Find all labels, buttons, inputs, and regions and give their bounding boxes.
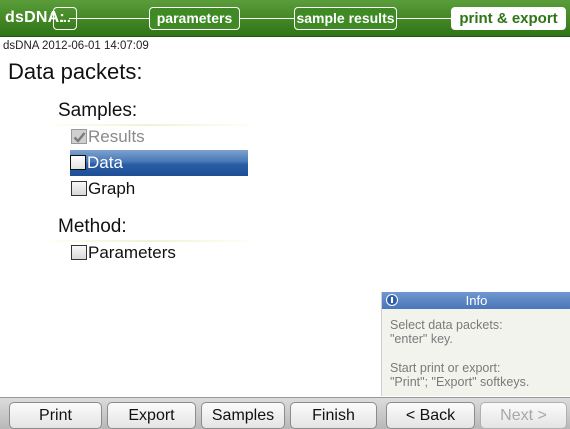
export-button[interactable]: Export bbox=[107, 402, 196, 429]
checkbox-graph-label: Graph bbox=[88, 179, 136, 198]
checkbox-data-label: Data bbox=[87, 153, 123, 172]
checkbox-parameters[interactable]: Parameters bbox=[71, 240, 249, 266]
info-line-3: Start print or export: bbox=[390, 361, 501, 375]
page-title: Data packets: bbox=[8, 59, 143, 84]
checkbox-graph[interactable]: Graph bbox=[71, 176, 249, 202]
samples-button[interactable]: Samples bbox=[201, 402, 285, 429]
step-parameters[interactable]: parameters bbox=[149, 7, 240, 30]
checkbox-icon bbox=[71, 181, 87, 196]
finish-button[interactable]: Finish bbox=[290, 402, 377, 429]
checkbox-data[interactable]: Data bbox=[70, 150, 248, 176]
checkbox-results-label: Results bbox=[88, 127, 145, 146]
next-button[interactable]: Next > bbox=[480, 402, 567, 429]
step-previous[interactable]: ... bbox=[53, 7, 77, 30]
info-panel: Info Select data packets: "enter" key. S… bbox=[381, 292, 570, 396]
info-header: Info bbox=[382, 292, 570, 309]
back-button[interactable]: < Back bbox=[386, 402, 475, 429]
checkbox-parameters-label: Parameters bbox=[88, 243, 176, 262]
timestamp: dsDNA 2012-06-01 14:07:09 bbox=[3, 40, 149, 52]
info-line-2: "enter" key. bbox=[390, 332, 453, 346]
section-method-label: Method: bbox=[58, 216, 127, 237]
checkbox-checked-icon bbox=[71, 129, 87, 144]
checkbox-results[interactable]: Results bbox=[71, 124, 249, 150]
info-line-4: "Print"; "Export" softkeys. bbox=[390, 375, 530, 389]
step-print-export[interactable]: print & export bbox=[451, 7, 566, 30]
step-sample-results[interactable]: sample results bbox=[294, 7, 397, 30]
section-samples-label: Samples: bbox=[58, 100, 138, 121]
checkbox-icon bbox=[71, 245, 87, 260]
softkey-bar: Print Export Samples Finish < Back Next … bbox=[0, 397, 570, 429]
info-line-1: Select data packets: bbox=[390, 318, 503, 332]
checkbox-icon bbox=[70, 155, 86, 170]
info-title: Info bbox=[465, 293, 488, 308]
wizard-header: dsDNA: ... parameters sample results pri… bbox=[0, 0, 570, 37]
print-button[interactable]: Print bbox=[9, 402, 102, 429]
